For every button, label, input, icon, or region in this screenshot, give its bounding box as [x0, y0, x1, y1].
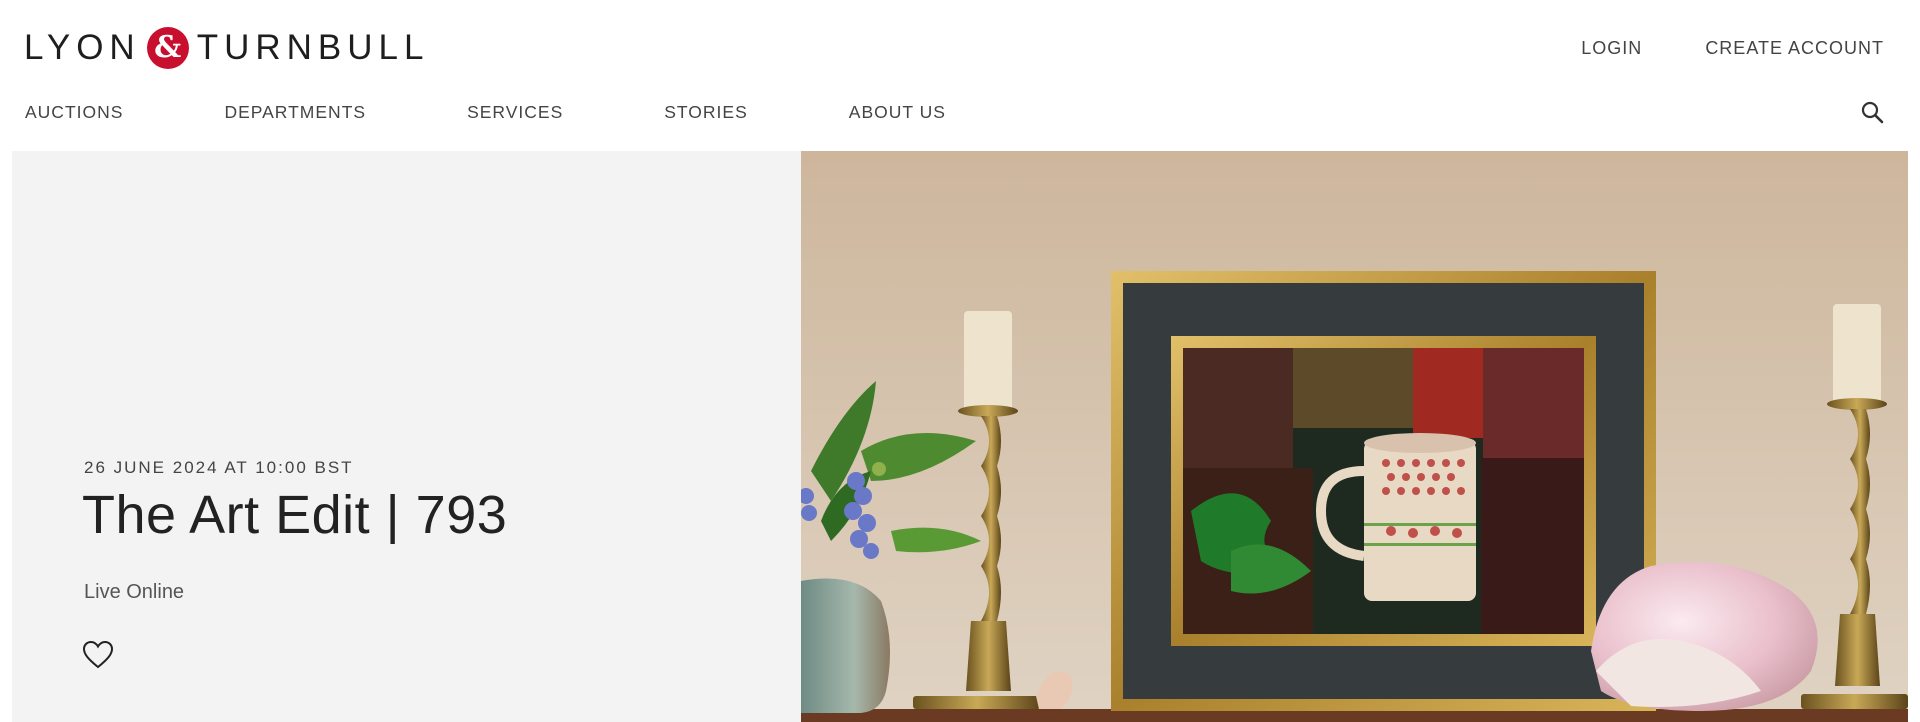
login-link[interactable]: LOGIN: [1581, 38, 1642, 59]
nav-item-about-us[interactable]: ABOUT US: [849, 102, 946, 123]
create-account-link[interactable]: CREATE ACCOUNT: [1705, 38, 1884, 59]
logo-word-right: TURNBULL: [196, 28, 430, 67]
auction-hero-image: [801, 151, 1908, 722]
site-header: LYON & TURNBULL LOGIN CREATE ACCOUNT AUC…: [0, 0, 1920, 150]
nav-item-departments[interactable]: DEPARTMENTS: [224, 102, 366, 123]
auction-hero: 26 JUNE 2024 AT 10:00 BST The Art Edit |…: [12, 151, 1908, 722]
still-life-photo: [801, 151, 1908, 722]
main-nav: AUCTIONS DEPARTMENTS SERVICES STORIES AB…: [25, 102, 946, 123]
heart-outline-icon[interactable]: [82, 640, 114, 670]
logo-word-left: LYON: [24, 28, 141, 67]
auction-title: The Art Edit | 793: [82, 485, 508, 545]
search-icon[interactable]: [1860, 100, 1886, 126]
nav-item-auctions[interactable]: AUCTIONS: [25, 102, 123, 123]
auction-type: Live Online: [84, 581, 185, 603]
hero-info-panel: 26 JUNE 2024 AT 10:00 BST The Art Edit |…: [12, 151, 801, 722]
account-links: LOGIN CREATE ACCOUNT: [1581, 38, 1884, 59]
brand-logo[interactable]: LYON & TURNBULL: [24, 26, 429, 70]
nav-item-stories[interactable]: STORIES: [664, 102, 748, 123]
logo-ampersand-icon: &: [146, 27, 189, 69]
nav-item-services[interactable]: SERVICES: [467, 102, 563, 123]
auction-date: 26 JUNE 2024 AT 10:00 BST: [84, 458, 354, 477]
